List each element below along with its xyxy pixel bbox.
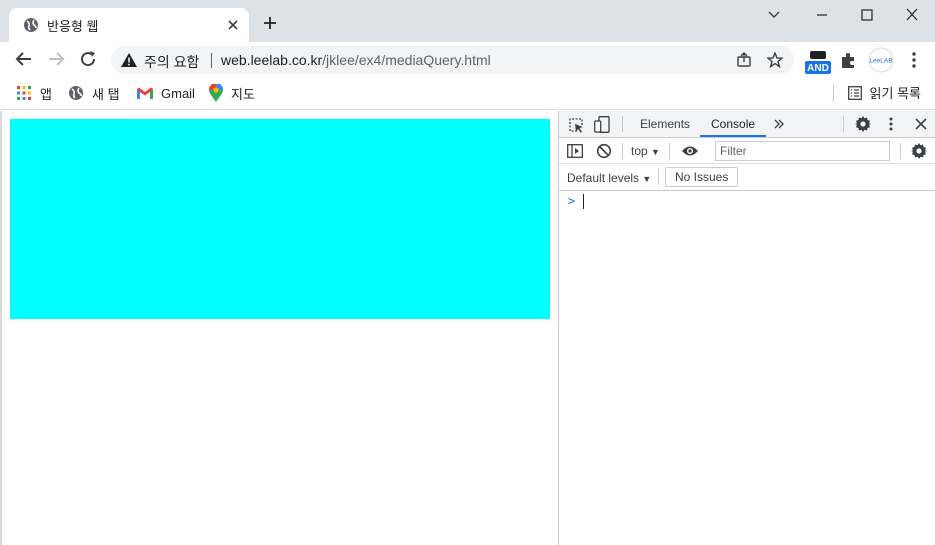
devtools-tab-bar: Elements Console bbox=[559, 111, 935, 138]
page-viewport bbox=[0, 111, 558, 545]
url-text[interactable]: web.leelab.co.kr/jklee/ex4/mediaQuery.ht… bbox=[221, 52, 491, 68]
bookmarks-divider bbox=[833, 84, 834, 102]
device-toolbar-icon[interactable] bbox=[594, 116, 610, 133]
globe-icon bbox=[68, 85, 84, 101]
log-levels-dropdown[interactable]: Default levels ▼ bbox=[567, 171, 651, 185]
map-pin-icon bbox=[209, 84, 223, 102]
close-devtools-icon[interactable] bbox=[914, 117, 928, 131]
devtools-divider bbox=[669, 143, 670, 159]
console-levels-bar: Default levels ▼ No Issues bbox=[559, 164, 935, 191]
bookmark-label: 앱 bbox=[40, 86, 52, 102]
tab-search-chevron-icon[interactable] bbox=[764, 7, 784, 23]
context-selector[interactable]: top ▼ bbox=[631, 144, 660, 158]
globe-icon bbox=[23, 17, 39, 33]
forward-arrow-icon[interactable] bbox=[47, 50, 65, 68]
and-badge-text: AND bbox=[807, 63, 829, 74]
devtools-panel: Elements Console top ▼ Filter Default le… bbox=[558, 111, 935, 545]
bookmark-label: 새 탭 bbox=[92, 86, 120, 102]
reload-icon[interactable] bbox=[79, 50, 97, 68]
and-extension-icon[interactable]: AND bbox=[805, 50, 831, 74]
text-caret bbox=[583, 194, 584, 209]
share-icon[interactable] bbox=[736, 52, 752, 68]
media-query-box bbox=[10, 119, 550, 319]
browser-toolbar: 주의 요함 web.leelab.co.kr/jklee/ex4/mediaQu… bbox=[0, 42, 935, 78]
dropdown-triangle-icon: ▼ bbox=[642, 174, 652, 184]
context-label: top bbox=[631, 144, 648, 158]
tab-elements[interactable]: Elements bbox=[640, 117, 690, 131]
bookmark-maps[interactable]: 지도 bbox=[209, 83, 255, 103]
close-tab-icon[interactable] bbox=[225, 17, 241, 33]
apps-grid-icon bbox=[16, 85, 32, 101]
extensions-puzzle-icon[interactable] bbox=[840, 51, 858, 69]
inspect-element-icon[interactable] bbox=[568, 117, 584, 133]
devtools-divider bbox=[622, 116, 623, 132]
gmail-icon bbox=[137, 87, 153, 99]
console-input-area[interactable]: > bbox=[559, 191, 935, 545]
tab-title: 반응형 웹 bbox=[47, 19, 99, 34]
close-window-icon[interactable] bbox=[902, 7, 922, 23]
reading-list-button[interactable]: 읽기 목록 bbox=[847, 83, 921, 102]
leelab-badge-text: LeeLAB bbox=[869, 58, 892, 65]
bookmark-star-icon[interactable] bbox=[767, 52, 783, 68]
bookmark-apps[interactable]: 앱 bbox=[16, 83, 52, 103]
devtools-divider bbox=[622, 143, 623, 159]
filter-input[interactable] bbox=[716, 142, 889, 160]
warning-triangle-icon[interactable] bbox=[121, 53, 137, 67]
log-levels-label: Default levels bbox=[567, 171, 640, 185]
console-settings-gear-icon[interactable] bbox=[911, 143, 927, 159]
devtools-divider bbox=[658, 169, 659, 185]
reading-list-icon bbox=[847, 85, 862, 100]
not-secure-label: 주의 요함 bbox=[144, 54, 200, 70]
issues-button[interactable]: No Issues bbox=[665, 167, 739, 187]
settings-gear-icon[interactable] bbox=[855, 116, 871, 132]
minimize-icon[interactable] bbox=[812, 7, 832, 23]
devtools-divider bbox=[900, 143, 901, 159]
bookmark-label: 지도 bbox=[231, 86, 255, 102]
bookmark-gmail[interactable]: Gmail bbox=[137, 83, 195, 103]
live-expression-eye-icon[interactable] bbox=[681, 144, 699, 158]
bookmark-new-tab[interactable]: 새 탭 bbox=[68, 83, 120, 103]
browser-menu-icon[interactable] bbox=[906, 51, 922, 69]
new-tab-plus-icon[interactable] bbox=[262, 15, 278, 31]
devtools-menu-icon[interactable] bbox=[885, 116, 897, 132]
url-host: web.leelab.co.kr bbox=[221, 52, 323, 68]
tab-console[interactable]: Console bbox=[711, 117, 755, 131]
bookmarks-bar: 앱 새 탭 Gmail 지도 읽기 목록 bbox=[0, 78, 935, 110]
browser-tab[interactable]: 반응형 웹 bbox=[9, 8, 249, 42]
console-prompt-chevron-icon: > bbox=[568, 194, 576, 208]
active-tab-indicator bbox=[700, 135, 766, 137]
reading-list-label: 읽기 목록 bbox=[869, 86, 921, 101]
clear-console-icon[interactable] bbox=[596, 143, 612, 159]
console-toolbar: top ▼ bbox=[559, 138, 935, 164]
back-arrow-icon[interactable] bbox=[15, 50, 33, 68]
dropdown-triangle-icon: ▼ bbox=[651, 147, 660, 157]
leelab-extension-icon[interactable]: LeeLAB bbox=[868, 47, 894, 73]
bookmark-label: Gmail bbox=[161, 85, 195, 101]
filter-field[interactable] bbox=[715, 141, 890, 161]
omnibox-divider bbox=[211, 53, 212, 68]
url-path: /jklee/ex4/mediaQuery.html bbox=[322, 52, 491, 68]
title-bar: 반응형 웹 bbox=[0, 0, 935, 42]
maximize-icon[interactable] bbox=[857, 7, 877, 23]
more-tabs-chevron-icon[interactable] bbox=[773, 118, 785, 130]
address-bar[interactable]: 주의 요함 web.leelab.co.kr/jklee/ex4/mediaQu… bbox=[111, 46, 794, 74]
viewport-edge bbox=[0, 111, 2, 545]
sidebar-toggle-icon[interactable] bbox=[567, 143, 583, 159]
devtools-divider bbox=[843, 116, 844, 132]
